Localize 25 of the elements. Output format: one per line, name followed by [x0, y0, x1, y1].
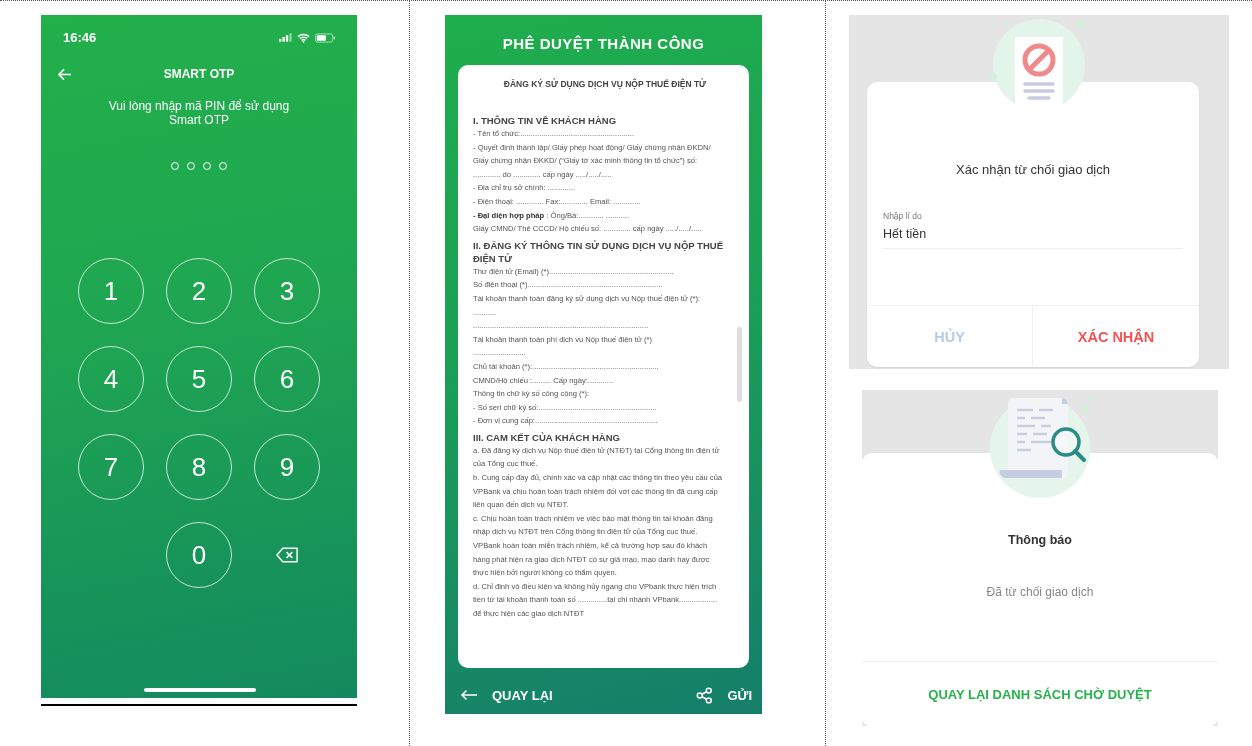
back-arrow-icon[interactable]	[57, 67, 72, 81]
backspace-icon	[275, 547, 299, 563]
instruction-text: Vui lòng nhập mã PIN để sử dụng Smart OTP	[107, 99, 291, 127]
send-button[interactable]: GỬI	[727, 687, 752, 703]
document-title: ĐĂNG KÝ SỬ DỤNG DỊCH VỤ NỘP THUẾ ĐIỆN TỬ	[502, 79, 708, 89]
section-heading: III. CAM KẾT CỦA KHÁCH HÀNG	[473, 430, 621, 444]
status-time: 16:46	[63, 30, 97, 45]
confirm-button[interactable]: XÁC NHẬN	[1033, 306, 1199, 367]
screen-title: SMART OTP	[163, 67, 235, 81]
section-heading: II. ĐĂNG KÝ THÔNG TIN SỬ DỤNG DỊCH VỤ NỘP THUẾ ĐIỆN TỬ	[473, 238, 724, 265]
section-heading: I. THÔNG TIN VỀ KHÁCH HÀNG	[473, 114, 618, 127]
back-button[interactable]: QUAY LẠI	[460, 687, 553, 703]
field-value: Hết tiền	[883, 227, 927, 241]
back-to-list-button[interactable]: QUAY LẠI DANH SÁCH CHỜ DUYỆT	[862, 661, 1218, 726]
dialog-title: Xác nhận từ chối giao dịch	[955, 162, 1111, 177]
battery-icon	[315, 32, 335, 43]
screen-title: PHÊ DUYỆT THÀNH CÔNG	[502, 33, 705, 54]
dialog-title: Thông báo	[1008, 533, 1072, 547]
wifi-icon	[297, 32, 310, 43]
field-label: Nhập lí do	[883, 211, 922, 221]
signal-icon	[279, 33, 292, 42]
back-arrow-icon	[460, 689, 478, 701]
dialog-message: Đã từ chối giao dịch	[986, 585, 1094, 599]
reason-field[interactable]: Nhập lí do Hết tiền	[883, 211, 1183, 249]
share-icon[interactable]	[696, 686, 714, 704]
